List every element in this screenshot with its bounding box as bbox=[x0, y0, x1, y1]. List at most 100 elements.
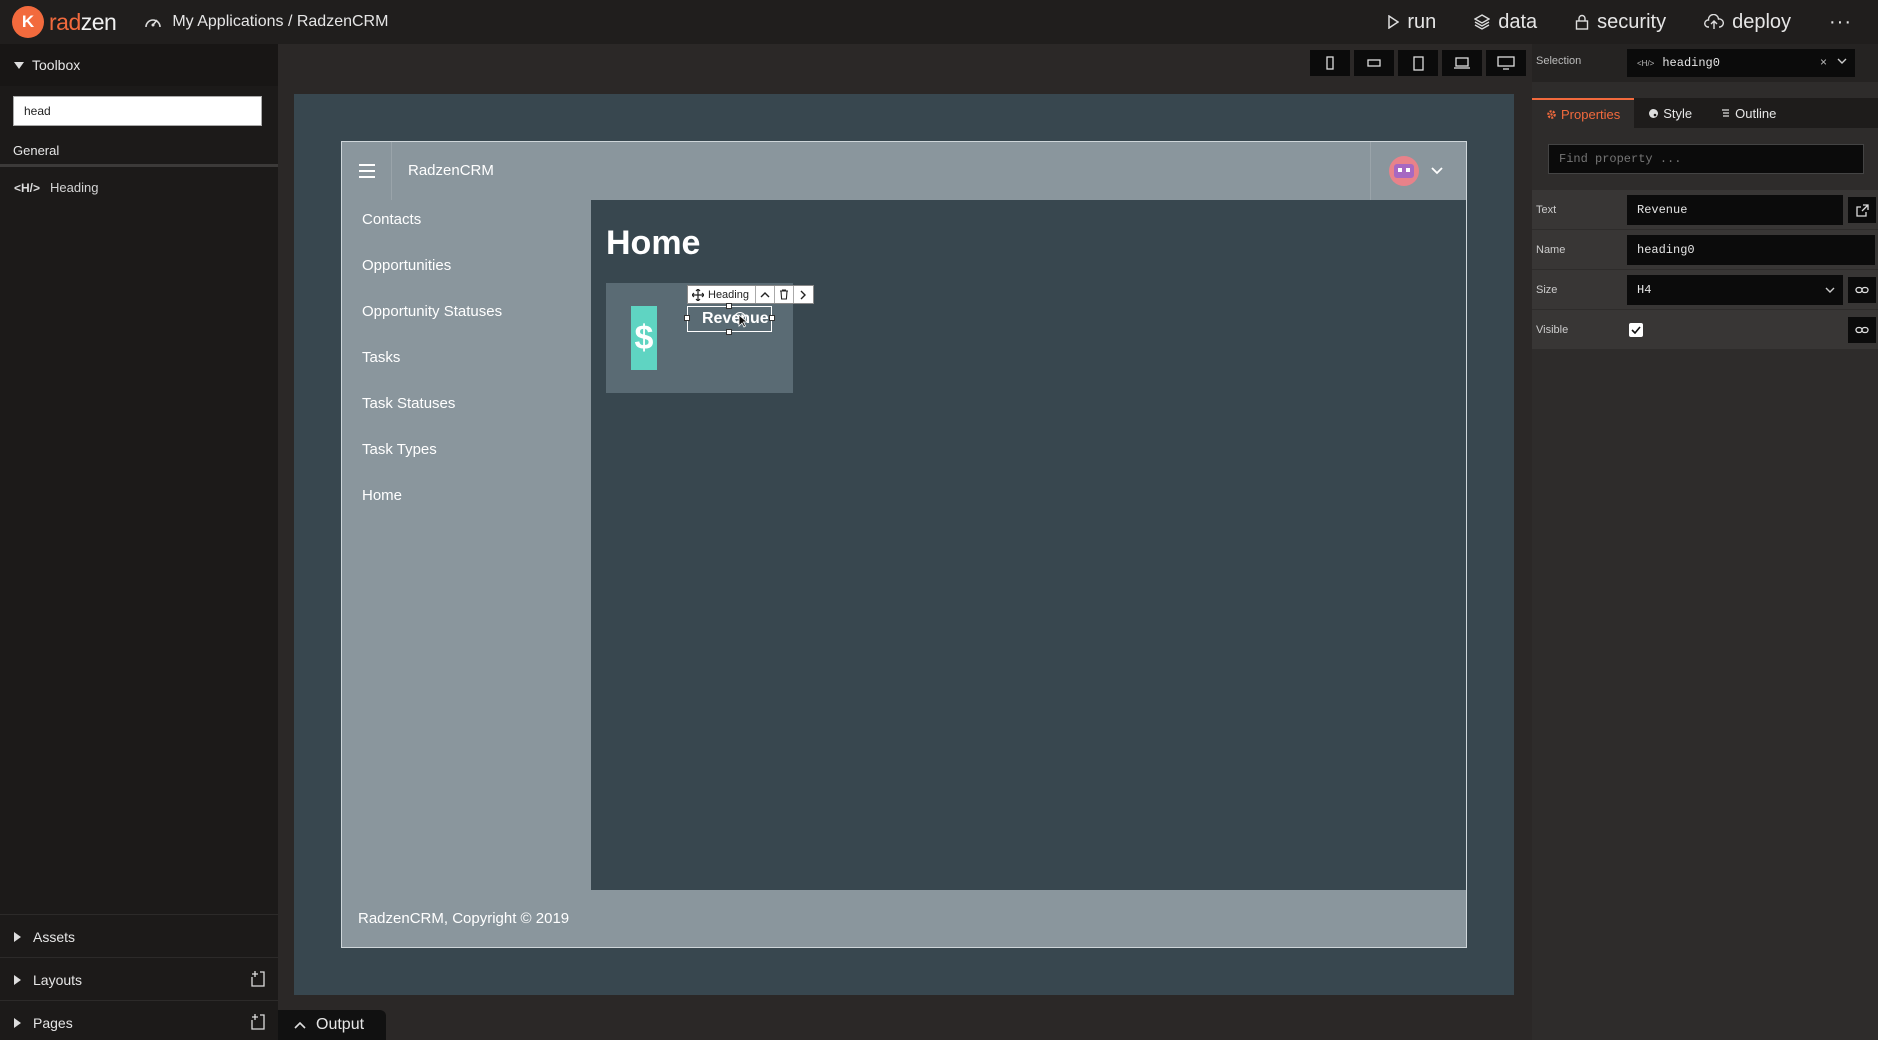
selected-heading[interactable]: Revenue bbox=[684, 303, 775, 335]
chevron-down-icon bbox=[1825, 287, 1835, 293]
selection-dropdown[interactable]: <H/> heading0 × bbox=[1627, 49, 1855, 77]
add-layout-icon[interactable] bbox=[250, 970, 266, 988]
run-label: run bbox=[1407, 10, 1437, 33]
phone-landscape-icon bbox=[1367, 59, 1381, 67]
link-icon bbox=[1855, 326, 1869, 334]
cloud-upload-icon bbox=[1704, 14, 1725, 29]
link-icon bbox=[1855, 286, 1869, 294]
clear-selection-icon[interactable]: × bbox=[1820, 55, 1827, 69]
toolbox-search-input[interactable] bbox=[13, 96, 262, 126]
footer-copyright: RadzenCRM, Copyright © 2019 bbox=[358, 910, 570, 927]
caret-down-icon bbox=[14, 61, 24, 69]
property-row-text: Text Revenue bbox=[1532, 190, 1878, 230]
nav-item-tasks[interactable]: Tasks bbox=[362, 349, 400, 366]
data-button[interactable]: data bbox=[1474, 11, 1537, 34]
avatar-face-icon bbox=[1394, 164, 1414, 178]
chevron-down-icon bbox=[1431, 167, 1443, 175]
nav-item-contacts[interactable]: Contacts bbox=[362, 211, 421, 228]
profile-menu[interactable] bbox=[1370, 142, 1466, 200]
revenue-card[interactable]: $ Heading Revenue bbox=[606, 283, 814, 393]
tablet-button[interactable] bbox=[1398, 50, 1438, 76]
gear-icon bbox=[1547, 109, 1556, 119]
selection-move-handle[interactable]: Heading bbox=[688, 286, 756, 303]
resize-handle-bottom[interactable] bbox=[726, 329, 732, 335]
nav-item-task-types[interactable]: Task Types bbox=[362, 441, 437, 458]
property-label-visible: Visible bbox=[1536, 324, 1569, 336]
move-icon bbox=[692, 288, 704, 301]
caret-right-icon bbox=[14, 932, 21, 942]
tab-outline[interactable]: Outline bbox=[1706, 98, 1790, 128]
chevron-up-icon bbox=[760, 292, 770, 298]
panel-tabs: Properties Style Outline bbox=[1532, 98, 1878, 128]
size-property-select[interactable]: H4 bbox=[1627, 275, 1843, 305]
toolbox-section-general[interactable]: General bbox=[0, 143, 278, 167]
layers-icon bbox=[1474, 14, 1491, 30]
tab-properties-label: Properties bbox=[1561, 106, 1621, 122]
radzen-logo[interactable]: K radzen bbox=[12, 6, 117, 38]
avatar bbox=[1389, 156, 1419, 186]
hamburger-menu-icon[interactable] bbox=[342, 142, 392, 200]
phone-portrait-button[interactable] bbox=[1310, 50, 1350, 76]
more-menu-button[interactable]: ··· bbox=[1829, 11, 1852, 34]
layouts-label: Layouts bbox=[33, 972, 83, 988]
tab-properties[interactable]: Properties bbox=[1532, 98, 1635, 128]
nav-item-task-statuses[interactable]: Task Statuses bbox=[362, 395, 455, 412]
bind-size-button[interactable] bbox=[1848, 277, 1876, 303]
edit-text-button[interactable] bbox=[1848, 197, 1876, 223]
app-footer: RadzenCRM, Copyright © 2019 bbox=[342, 890, 1466, 947]
play-icon bbox=[1388, 15, 1400, 29]
heading-tag-icon: <H/> bbox=[1637, 58, 1655, 68]
nav-item-opportunity-statuses[interactable]: Opportunity Statuses bbox=[362, 303, 502, 320]
laptop-button[interactable] bbox=[1442, 50, 1482, 76]
device-size-toolbar bbox=[1306, 50, 1526, 76]
chevron-down-icon bbox=[1837, 58, 1847, 64]
layouts-section[interactable]: Layouts bbox=[0, 957, 278, 1002]
property-row-size: Size H4 bbox=[1532, 270, 1878, 310]
toolbox-item-heading[interactable]: <H/> Heading bbox=[14, 180, 98, 195]
resize-handle-left[interactable] bbox=[684, 315, 690, 321]
security-button[interactable]: security bbox=[1575, 11, 1666, 34]
list-icon bbox=[1722, 108, 1730, 117]
add-page-icon[interactable] bbox=[250, 1013, 266, 1031]
delete-component-button[interactable] bbox=[775, 286, 794, 303]
visible-checkbox[interactable] bbox=[1629, 323, 1643, 337]
find-property-input[interactable] bbox=[1548, 144, 1864, 174]
page-title[interactable]: Home bbox=[606, 224, 700, 263]
select-next-button[interactable] bbox=[794, 286, 813, 303]
select-parent-button[interactable] bbox=[756, 286, 775, 303]
deploy-button[interactable]: deploy bbox=[1704, 11, 1791, 34]
property-row-visible: Visible bbox=[1532, 310, 1878, 350]
desktop-button[interactable] bbox=[1486, 50, 1526, 76]
deploy-label: deploy bbox=[1732, 10, 1792, 33]
output-panel-toggle[interactable]: Output bbox=[278, 1010, 386, 1040]
properties-panel: Selection <H/> heading0 × Properties Sty… bbox=[1532, 44, 1878, 1040]
selection-value: heading0 bbox=[1662, 56, 1720, 70]
resize-handle-top[interactable] bbox=[726, 303, 732, 309]
phone-landscape-button[interactable] bbox=[1354, 50, 1394, 76]
name-property-input[interactable]: heading0 bbox=[1627, 235, 1875, 265]
palette-icon bbox=[1649, 108, 1659, 118]
tab-style[interactable]: Style bbox=[1634, 98, 1706, 128]
cursor-icon bbox=[734, 312, 748, 328]
breadcrumb[interactable]: My Applications / RadzenCRM bbox=[144, 13, 388, 31]
size-selected-value: H4 bbox=[1637, 283, 1652, 297]
property-label-text: Text bbox=[1536, 204, 1557, 216]
property-row-name: Name heading0 bbox=[1532, 230, 1878, 270]
lock-icon bbox=[1575, 14, 1589, 30]
checkmark-icon bbox=[1631, 326, 1641, 334]
assets-section[interactable]: Assets bbox=[0, 914, 278, 959]
nav-item-home[interactable]: Home bbox=[362, 487, 402, 504]
data-label: data bbox=[1498, 10, 1538, 33]
breadcrumb-text: My Applications / RadzenCRM bbox=[172, 13, 389, 30]
run-button[interactable]: run bbox=[1387, 11, 1436, 34]
toolbox-header[interactable]: Toolbox bbox=[0, 44, 278, 86]
caret-right-icon bbox=[14, 975, 21, 985]
resize-handle-right[interactable] bbox=[769, 315, 775, 321]
property-label-size: Size bbox=[1536, 284, 1558, 296]
text-property-input[interactable]: Revenue bbox=[1627, 195, 1843, 225]
nav-item-opportunities[interactable]: Opportunities bbox=[362, 257, 451, 274]
toolbox-panel: Toolbox General <H/> Heading Assets Layo… bbox=[0, 44, 278, 1040]
output-label: Output bbox=[316, 1016, 365, 1033]
bind-visible-button[interactable] bbox=[1848, 317, 1876, 343]
pages-section[interactable]: Pages bbox=[0, 1000, 278, 1040]
